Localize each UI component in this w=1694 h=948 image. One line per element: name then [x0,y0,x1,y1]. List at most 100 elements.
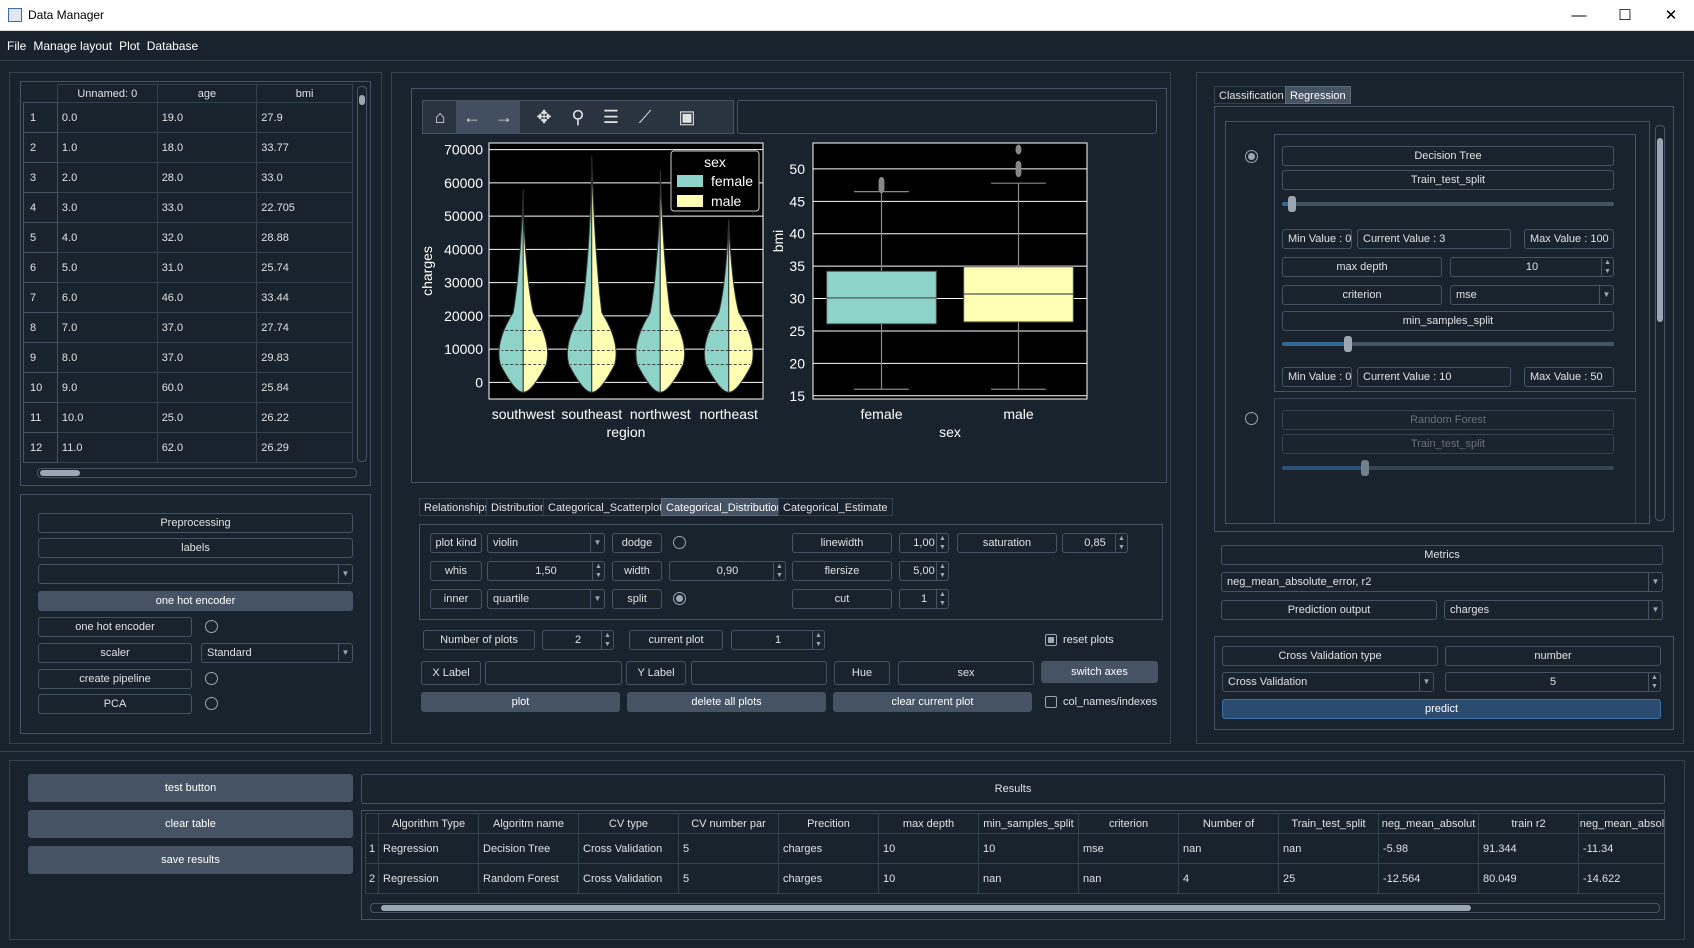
table-cell[interactable]: 25 [1278,863,1379,894]
criterion-combo[interactable]: mse ▼ [1450,285,1614,305]
spin-arrows-icon[interactable]: ▲ ▼ [601,631,613,649]
splitter[interactable] [0,751,1694,756]
pca-radio[interactable] [205,697,218,710]
linewidth-spin[interactable]: 1,00 ▲ ▼ [899,533,949,553]
tab-categorical-estimate[interactable]: Categorical_Estimate [778,498,893,516]
row-number[interactable]: 5 [23,222,58,253]
horizontal-scrollbar[interactable] [37,468,357,478]
table-cell[interactable]: 7.0 [56,312,158,343]
column-header[interactable]: bmi [256,84,353,103]
table-cell[interactable]: Random Forest [478,863,579,894]
table-cell[interactable]: charges [778,833,879,864]
home-icon[interactable]: ⌂ [424,101,456,133]
table-cell[interactable]: Cross Validation [578,863,679,894]
split-radio[interactable] [673,592,686,605]
row-number[interactable]: 9 [23,342,58,373]
prediction-output-combo[interactable]: charges ▼ [1444,600,1663,620]
spin-arrows-icon[interactable]: ▲ ▼ [936,534,948,552]
table-cell[interactable]: 4.0 [56,222,158,253]
menu-plot[interactable]: Plot [119,39,140,53]
one-hot-encoder-radio[interactable] [205,620,218,633]
chart-canvas[interactable]: 0 10000 20000 30000 40000 50000 60000 70000 sout… [418,137,1162,477]
table-cell[interactable]: 33.0 [256,162,353,193]
table-cell[interactable]: mse [1078,833,1179,864]
table-cell[interactable]: 27.74 [256,312,353,343]
tab-categorical-distribution[interactable]: Categorical_Distribution [661,498,788,516]
table-cell[interactable]: 27.9 [256,102,353,133]
table-cell[interactable]: 25.0 [156,402,258,433]
table-cell[interactable]: 25.74 [256,252,353,283]
dt-train-test-split-slider[interactable] [1282,202,1614,206]
table-cell[interactable]: Regression [378,833,479,864]
save-results-button[interactable]: save results [28,846,353,874]
table-cell[interactable]: Cross Validation [578,833,679,864]
column-header[interactable]: criterion [1078,813,1179,834]
current-plot-spin[interactable]: 1 ▲ ▼ [731,630,825,650]
table-cell[interactable]: 5 [678,863,779,894]
table-row[interactable]: 11 10.0 25.0 26.22 [23,402,353,433]
row-number[interactable]: 2 [23,132,58,163]
table-cell[interactable]: 37.0 [156,312,258,343]
spin-arrows-icon[interactable]: ▲ ▼ [936,562,948,580]
table-cell[interactable]: 10 [978,833,1079,864]
table-cell[interactable]: 18.0 [156,132,258,163]
row-number[interactable]: 11 [23,402,58,433]
column-header[interactable]: Unnamed: 0 [56,84,158,103]
column-header[interactable]: Algorithm Type [378,813,479,834]
spin-arrows-icon[interactable]: ▲ ▼ [1601,258,1613,276]
zoom-icon[interactable]: ⚲ [562,101,594,133]
table-cell[interactable]: 2.0 [56,162,158,193]
pan-icon[interactable]: ✥ [528,101,560,133]
table-cell[interactable]: 10 [878,863,979,894]
table-cell[interactable]: Regression [378,863,479,894]
table-row[interactable]: 2 1.0 18.0 33.77 [23,132,353,163]
column-header[interactable]: CV type [578,813,679,834]
clear-current-plot-button[interactable]: clear current plot [833,692,1032,712]
maximize-button[interactable]: ☐ [1602,0,1648,31]
one-hot-encoder-button[interactable]: one hot encoder [38,591,353,611]
row-number[interactable]: 10 [23,372,58,403]
table-cell[interactable]: 4 [1178,863,1279,894]
table-cell[interactable]: 26.29 [256,432,353,463]
table-cell[interactable]: -14.622 [1578,863,1664,894]
cv-number-spin[interactable]: 5 ▲ ▼ [1445,672,1661,692]
vertical-scrollbar[interactable] [357,86,367,462]
column-header[interactable]: Train_test_split [1278,813,1379,834]
table-row[interactable]: 3 2.0 28.0 33.0 [23,162,353,193]
row-number[interactable]: 1 [365,833,379,864]
table-row[interactable]: 4 3.0 33.0 22.705 [23,192,353,223]
column-header[interactable]: max depth [878,813,979,834]
test-button[interactable]: test button [28,774,353,802]
table-cell[interactable]: 80.049 [1478,863,1579,894]
menu-database[interactable]: Database [147,39,198,53]
row-number[interactable]: 8 [23,312,58,343]
data-table[interactable]: Unnamed: 0 age bmi 1 0.0 19.0 27.9 2 1.0 18.0 33.… [23,84,353,463]
table-cell[interactable]: -11.34 [1578,833,1664,864]
dodge-radio[interactable] [673,536,686,549]
reset-plots-checkbox[interactable] [1045,634,1057,646]
configure-icon[interactable]: ☰ [595,101,627,133]
cut-spin[interactable]: 1 ▲ ▼ [899,589,949,609]
column-header[interactable]: neg_mean_absol [1578,813,1664,834]
edit-axes-icon[interactable]: ⟋ [629,101,661,133]
menu-file[interactable]: File [7,39,26,53]
models-scrollbar[interactable] [1655,125,1665,521]
table-cell[interactable]: 28.88 [256,222,353,253]
column-header[interactable]: train r2 [1478,813,1579,834]
table-cell[interactable]: 0.0 [56,102,158,133]
menu-manage-layout[interactable]: Manage layout [33,39,112,53]
tab-regression[interactable]: Regression [1285,86,1351,104]
table-row[interactable]: 5 4.0 32.0 28.88 [23,222,353,253]
random-forest-radio[interactable] [1245,412,1258,425]
spin-arrows-icon[interactable]: ▲ ▼ [1648,673,1660,691]
table-cell[interactable]: nan [1078,863,1179,894]
min-samples-split-handle[interactable] [1344,336,1353,352]
table-cell[interactable]: 46.0 [156,282,258,313]
dt-train-test-split-handle[interactable] [1287,196,1296,212]
col-names-checkbox[interactable] [1045,696,1057,708]
table-cell[interactable]: 28.0 [156,162,258,193]
row-number[interactable]: 4 [23,192,58,223]
table-row[interactable]: 10 9.0 60.0 25.84 [23,372,353,403]
table-cell[interactable]: nan [978,863,1079,894]
table-row[interactable]: 2 Regression Random Forest Cross Validation… [365,863,1664,894]
